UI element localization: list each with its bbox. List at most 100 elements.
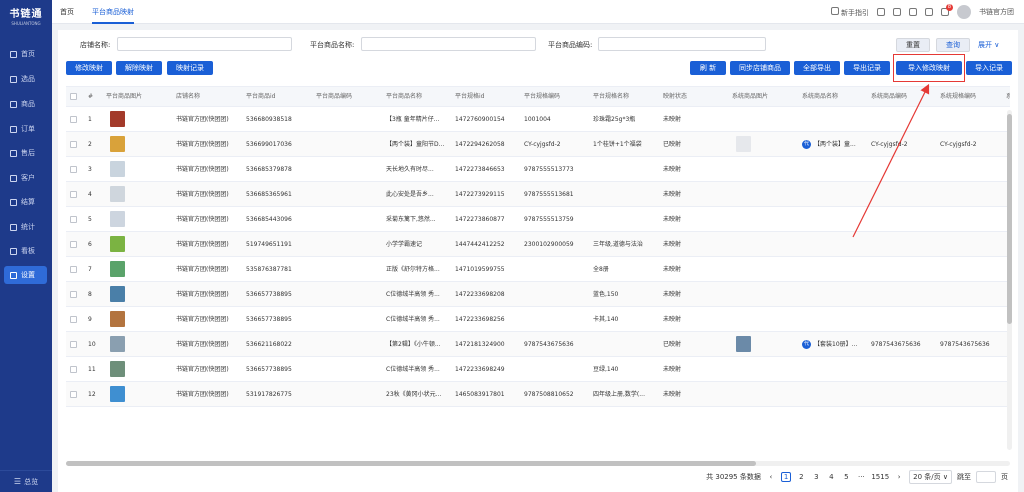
sidebar-item-goods[interactable]: 商品 [4, 95, 47, 113]
table-row[interactable]: 9 书链官方团(快团团) 536657738895 C位德绒半高领 秀... 14722… [66, 307, 1010, 332]
total-count: 共 30295 条数据 [706, 473, 761, 481]
row-checkbox[interactable] [70, 191, 77, 198]
avatar[interactable] [957, 5, 971, 19]
table-row[interactable]: 2 书链官方团(快团团) 536699017036 【两个装】童阳节D... 14722… [66, 132, 1010, 157]
user-name[interactable]: 书链官方团 [979, 7, 1014, 17]
goto-page-input[interactable] [976, 471, 996, 483]
cell-status: 未映射 [663, 166, 682, 173]
cell-shop: 书链官方团(快团团) [176, 291, 229, 298]
clipboard-icon[interactable] [925, 8, 933, 16]
guide-link[interactable]: 新手指引 [830, 6, 869, 18]
sidebar-item-settle[interactable]: 结算 [4, 193, 47, 211]
table-row[interactable]: 1 书链官方团(快团团) 536680938518 【3瓶 童年精片仔... 14727… [66, 107, 1010, 132]
row-checkbox[interactable] [70, 366, 77, 373]
row-checkbox[interactable] [70, 141, 77, 148]
overview-label: 总览 [24, 477, 39, 486]
overview-button[interactable]: ☰ 总览 [0, 470, 52, 492]
top-bar: 首页 平台商品映射 新手指引 8 书链官方团 [52, 0, 1024, 24]
cell-sys-scode [940, 182, 1004, 207]
more-pages-button[interactable]: ··· [856, 473, 866, 481]
scroll-thumb[interactable] [66, 461, 756, 466]
cell-sys-scode [940, 232, 1004, 257]
export-all-button[interactable]: 全部导出 [794, 61, 840, 75]
sidebar-item-select[interactable]: 选品 [4, 70, 47, 88]
edit-mapping-button[interactable]: 修改映射 [66, 61, 112, 75]
row-checkbox[interactable] [70, 341, 77, 348]
cell-gcode [316, 232, 380, 257]
cell-sys-code [871, 157, 935, 182]
table-row[interactable]: 12 书链官方团(快团团) 531917826775 23秋《黄冈小状元... 1465… [66, 382, 1010, 407]
table-row[interactable]: 6 书链官方团(快团团) 519749651191 小学学霸速记 14474424122… [66, 232, 1010, 257]
row-checkbox[interactable] [70, 316, 77, 323]
cell-n: 4 [88, 191, 92, 198]
cell-scode: 1001004 [524, 116, 551, 123]
row-checkbox[interactable] [70, 241, 77, 248]
sidebar-item-settings[interactable]: 设置 [4, 266, 47, 284]
sys-name-text: 【两个装】童... [814, 141, 856, 148]
reset-button[interactable]: 重置 [896, 38, 930, 52]
page-button[interactable]: 4 [826, 473, 836, 481]
table-header: # 平台商品图片 店铺名称 平台商品id 平台商品编码 平台商品名称 平台规格i… [66, 87, 1010, 107]
table-row[interactable]: 3 书链官方团(快团团) 536685379878 天长地久有时尽... 1472273… [66, 157, 1010, 182]
sync-shop-goods-button[interactable]: 同步店铺商品 [730, 61, 790, 75]
page-size-select[interactable]: 20 条/页 ∨ [909, 470, 952, 484]
app-logo[interactable]: 书链通 SHULIANTONG [0, 0, 52, 30]
cell-sys-scode [940, 207, 1004, 232]
goods-name-input[interactable] [361, 37, 536, 51]
sidebar-item-label: 客户 [21, 174, 35, 182]
scroll-thumb[interactable] [1007, 114, 1012, 324]
sidebar-item-aftersale[interactable]: 售后 [4, 144, 47, 162]
row-checkbox[interactable] [70, 116, 77, 123]
row-checkbox[interactable] [70, 216, 77, 223]
sidebar-item-customer[interactable]: 客户 [4, 169, 47, 187]
sidebar-item-stats[interactable]: 统计 [4, 218, 47, 236]
row-checkbox[interactable] [70, 166, 77, 173]
expand-toggle[interactable]: 展开 ∨ [978, 40, 999, 50]
download-icon[interactable] [877, 8, 885, 16]
page-button[interactable]: 1515 [871, 473, 889, 481]
horizontal-scrollbar[interactable] [66, 461, 1010, 466]
bell-icon[interactable]: 8 [941, 4, 953, 16]
page-button[interactable]: 3 [811, 473, 821, 481]
shield-icon[interactable] [893, 8, 901, 16]
column-header: 映射状态 [663, 93, 688, 100]
next-page-button[interactable]: › [894, 473, 904, 481]
import-log-button[interactable]: 导入记录 [966, 61, 1012, 75]
table-row[interactable]: 4 书链官方团(快团团) 536685365961 此心安处是吾乡... 1472273… [66, 182, 1010, 207]
table-row[interactable]: 8 书链官方团(快团团) 536657738895 C位德绒半高领 秀... 14722… [66, 282, 1010, 307]
table-row[interactable]: 5 书链官方团(快团团) 536685443096 采菊东篱下,悠然... 147227… [66, 207, 1010, 232]
sidebar-item-home[interactable]: 首页 [4, 45, 47, 63]
table-row[interactable]: 11 书链官方团(快团团) 536657738895 C位德绒半高领 秀... 1472… [66, 357, 1010, 382]
export-log-button[interactable]: 导出记录 [844, 61, 890, 75]
page-button[interactable]: 1 [780, 472, 792, 482]
page-button[interactable]: 2 [796, 473, 806, 481]
sidebar-item-label: 统计 [21, 223, 35, 231]
headset-icon[interactable] [909, 8, 917, 16]
page-button[interactable]: 5 [841, 473, 851, 481]
sidebar-item-board[interactable]: 看板 [4, 242, 47, 260]
column-header: 平台商品图片 [106, 93, 143, 100]
cell-shop: 书链官方团(快团团) [176, 391, 229, 398]
prev-page-button[interactable]: ‹ [766, 473, 776, 481]
tab-home[interactable]: 首页 [60, 0, 74, 24]
cell-gname: C位德绒半高领 秀... [386, 291, 440, 298]
cell-sid: 1472760900154 [455, 116, 505, 123]
cell-gid: 536699017036 [246, 141, 292, 148]
row-checkbox[interactable] [70, 266, 77, 273]
table-row[interactable]: 7 书链官方团(快团团) 535876387781 正版《舒尔特方格... 147101… [66, 257, 1010, 282]
row-checkbox[interactable] [70, 291, 77, 298]
table-row[interactable]: 10 书链官方团(快团团) 536621168022 【第2辑】《小牛顿... 1472… [66, 332, 1010, 357]
sidebar-item-order[interactable]: 订单 [4, 120, 47, 138]
row-checkbox[interactable] [70, 391, 77, 398]
refresh-button[interactable]: 刷 新 [690, 61, 726, 75]
shop-name-input[interactable] [117, 37, 292, 51]
unmap-button[interactable]: 解除映射 [116, 61, 162, 75]
mapping-log-button[interactable]: 映射记录 [167, 61, 213, 75]
tab-goods-mapping[interactable]: 平台商品映射 [92, 0, 134, 24]
vertical-scrollbar[interactable] [1007, 110, 1012, 450]
cell-sname: 四年级上册,数学(... [593, 391, 645, 398]
select-all-checkbox[interactable] [70, 93, 77, 100]
goods-code-input[interactable] [598, 37, 766, 51]
select-icon [10, 75, 17, 83]
search-button[interactable]: 查询 [936, 38, 970, 52]
